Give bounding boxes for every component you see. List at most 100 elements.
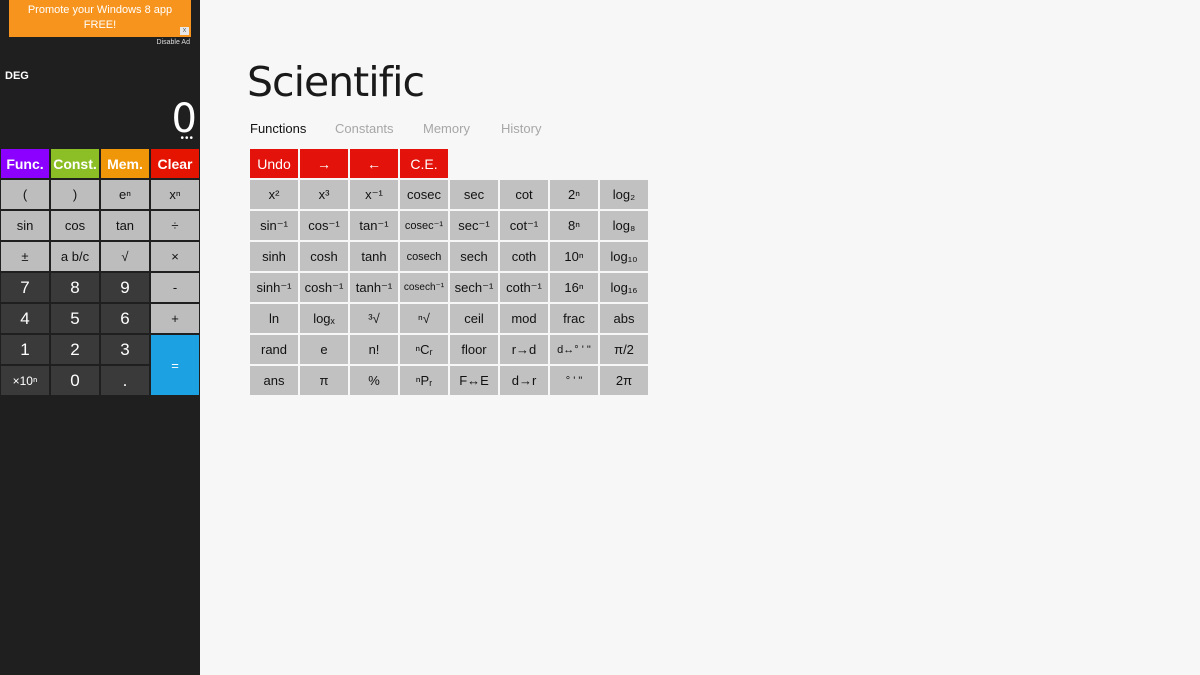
cube-root-button[interactable]: ³√ — [350, 304, 398, 333]
ans-button[interactable]: ans — [250, 366, 298, 395]
decimal-button[interactable]: . — [100, 365, 150, 396]
tanh-button[interactable]: tanh — [350, 242, 398, 271]
ad-close-icon[interactable]: x — [180, 27, 189, 35]
sin-button[interactable]: sin — [0, 210, 50, 241]
more-options-icon[interactable]: ••• — [180, 134, 194, 144]
tab-memory[interactable]: Memory — [423, 121, 470, 136]
undo-button[interactable]: Undo — [250, 149, 298, 178]
arccosec-button[interactable]: cosec⁻¹ — [400, 211, 448, 240]
combination-button[interactable]: ⁿCᵣ — [400, 335, 448, 364]
two-power-button[interactable]: 2ⁿ — [550, 180, 598, 209]
permutation-button[interactable]: ⁿPᵣ — [400, 366, 448, 395]
arccosh-button[interactable]: cosh⁻¹ — [300, 273, 348, 302]
sinh-button[interactable]: sinh — [250, 242, 298, 271]
mod-button[interactable]: mod — [500, 304, 548, 333]
rand-button[interactable]: rand — [250, 335, 298, 364]
cube-button[interactable]: x³ — [300, 180, 348, 209]
clear-entry-button[interactable]: C.E. — [400, 149, 448, 178]
log2-button[interactable]: log₂ — [600, 180, 648, 209]
digit-3-button[interactable]: 3 — [100, 334, 150, 365]
degrees-to-dms-button[interactable]: d↔° ' " — [550, 335, 598, 364]
tab-functions[interactable]: Functions — [250, 121, 306, 136]
digit-2-button[interactable]: 2 — [50, 334, 100, 365]
divide-button[interactable]: ÷ — [150, 210, 200, 241]
ad-banner[interactable]: Promote your Windows 8 app FREE! x — [9, 0, 191, 37]
exp-e-button[interactable]: eⁿ — [100, 179, 150, 210]
arctanh-button[interactable]: tanh⁻¹ — [350, 273, 398, 302]
log10-button[interactable]: log₁₀ — [600, 242, 648, 271]
arctan-button[interactable]: tan⁻¹ — [350, 211, 398, 240]
digit-1-button[interactable]: 1 — [0, 334, 50, 365]
arcsech-button[interactable]: sech⁻¹ — [450, 273, 498, 302]
percent-button[interactable]: % — [350, 366, 398, 395]
tab-constants[interactable]: Constants — [335, 121, 394, 136]
digit-8-button[interactable]: 8 — [50, 272, 100, 303]
arcsec-button[interactable]: sec⁻¹ — [450, 211, 498, 240]
ten-power-button[interactable]: 10ⁿ — [550, 242, 598, 271]
arcsin-button[interactable]: sin⁻¹ — [250, 211, 298, 240]
ln-button[interactable]: ln — [250, 304, 298, 333]
subtract-button[interactable]: - — [150, 272, 200, 303]
log-base-button[interactable]: logₓ — [300, 304, 348, 333]
close-paren-button[interactable]: ) — [50, 179, 100, 210]
add-button[interactable]: + — [150, 303, 200, 334]
half-pi-button[interactable]: π/2 — [600, 335, 648, 364]
const-tab-button[interactable]: Const. — [50, 148, 100, 179]
digit-0-button[interactable]: 0 — [50, 365, 100, 396]
digit-6-button[interactable]: 6 — [100, 303, 150, 334]
fixed-exponential-toggle-button[interactable]: F↔E — [450, 366, 498, 395]
sech-button[interactable]: sech — [450, 242, 498, 271]
sec-button[interactable]: sec — [450, 180, 498, 209]
digit-4-button[interactable]: 4 — [0, 303, 50, 334]
cosh-button[interactable]: cosh — [300, 242, 348, 271]
times-ten-power-button[interactable]: ×10ⁿ — [0, 365, 50, 396]
two-pi-button[interactable]: 2π — [600, 366, 648, 395]
arcsinh-button[interactable]: sinh⁻¹ — [250, 273, 298, 302]
cosec-button[interactable]: cosec — [400, 180, 448, 209]
arccos-button[interactable]: cos⁻¹ — [300, 211, 348, 240]
arccoth-button[interactable]: coth⁻¹ — [500, 273, 548, 302]
arccot-button[interactable]: cot⁻¹ — [500, 211, 548, 240]
degrees-to-radians-button[interactable]: d→r — [500, 366, 548, 395]
func-tab-button[interactable]: Func. — [0, 148, 50, 179]
dms-button[interactable]: ° ' " — [550, 366, 598, 395]
disable-ad-link[interactable]: Disable Ad — [157, 39, 190, 46]
digit-7-button[interactable]: 7 — [0, 272, 50, 303]
frac-button[interactable]: frac — [550, 304, 598, 333]
ceil-button[interactable]: ceil — [450, 304, 498, 333]
abs-button[interactable]: abs — [600, 304, 648, 333]
sqrt-button[interactable]: √ — [100, 241, 150, 272]
clear-button[interactable]: Clear — [150, 148, 200, 179]
nth-root-button[interactable]: ⁿ√ — [400, 304, 448, 333]
tan-button[interactable]: tan — [100, 210, 150, 241]
open-paren-button[interactable]: ( — [0, 179, 50, 210]
reciprocal-button[interactable]: x⁻¹ — [350, 180, 398, 209]
cos-button[interactable]: cos — [50, 210, 100, 241]
sixteen-power-button[interactable]: 16ⁿ — [550, 273, 598, 302]
fraction-button[interactable]: a b/c — [50, 241, 100, 272]
cursor-right-button[interactable]: → — [300, 149, 348, 178]
cosech-button[interactable]: cosech — [400, 242, 448, 271]
e-constant-button[interactable]: e — [300, 335, 348, 364]
tab-history[interactable]: History — [501, 121, 541, 136]
plus-minus-button[interactable]: ± — [0, 241, 50, 272]
power-button[interactable]: xⁿ — [150, 179, 200, 210]
equals-button[interactable]: = — [150, 334, 200, 396]
arccosech-button[interactable]: cosech⁻¹ — [400, 273, 448, 302]
digit-9-button[interactable]: 9 — [100, 272, 150, 303]
angle-mode-label[interactable]: DEG — [5, 70, 29, 82]
multiply-button[interactable]: × — [150, 241, 200, 272]
log16-button[interactable]: log₁₆ — [600, 273, 648, 302]
digit-5-button[interactable]: 5 — [50, 303, 100, 334]
log8-button[interactable]: log₈ — [600, 211, 648, 240]
floor-button[interactable]: floor — [450, 335, 498, 364]
pi-button[interactable]: π — [300, 366, 348, 395]
eight-power-button[interactable]: 8ⁿ — [550, 211, 598, 240]
cot-button[interactable]: cot — [500, 180, 548, 209]
coth-button[interactable]: coth — [500, 242, 548, 271]
mem-tab-button[interactable]: Mem. — [100, 148, 150, 179]
cursor-left-button[interactable]: ← — [350, 149, 398, 178]
square-button[interactable]: x² — [250, 180, 298, 209]
radians-to-degrees-button[interactable]: r→d — [500, 335, 548, 364]
factorial-button[interactable]: n! — [350, 335, 398, 364]
